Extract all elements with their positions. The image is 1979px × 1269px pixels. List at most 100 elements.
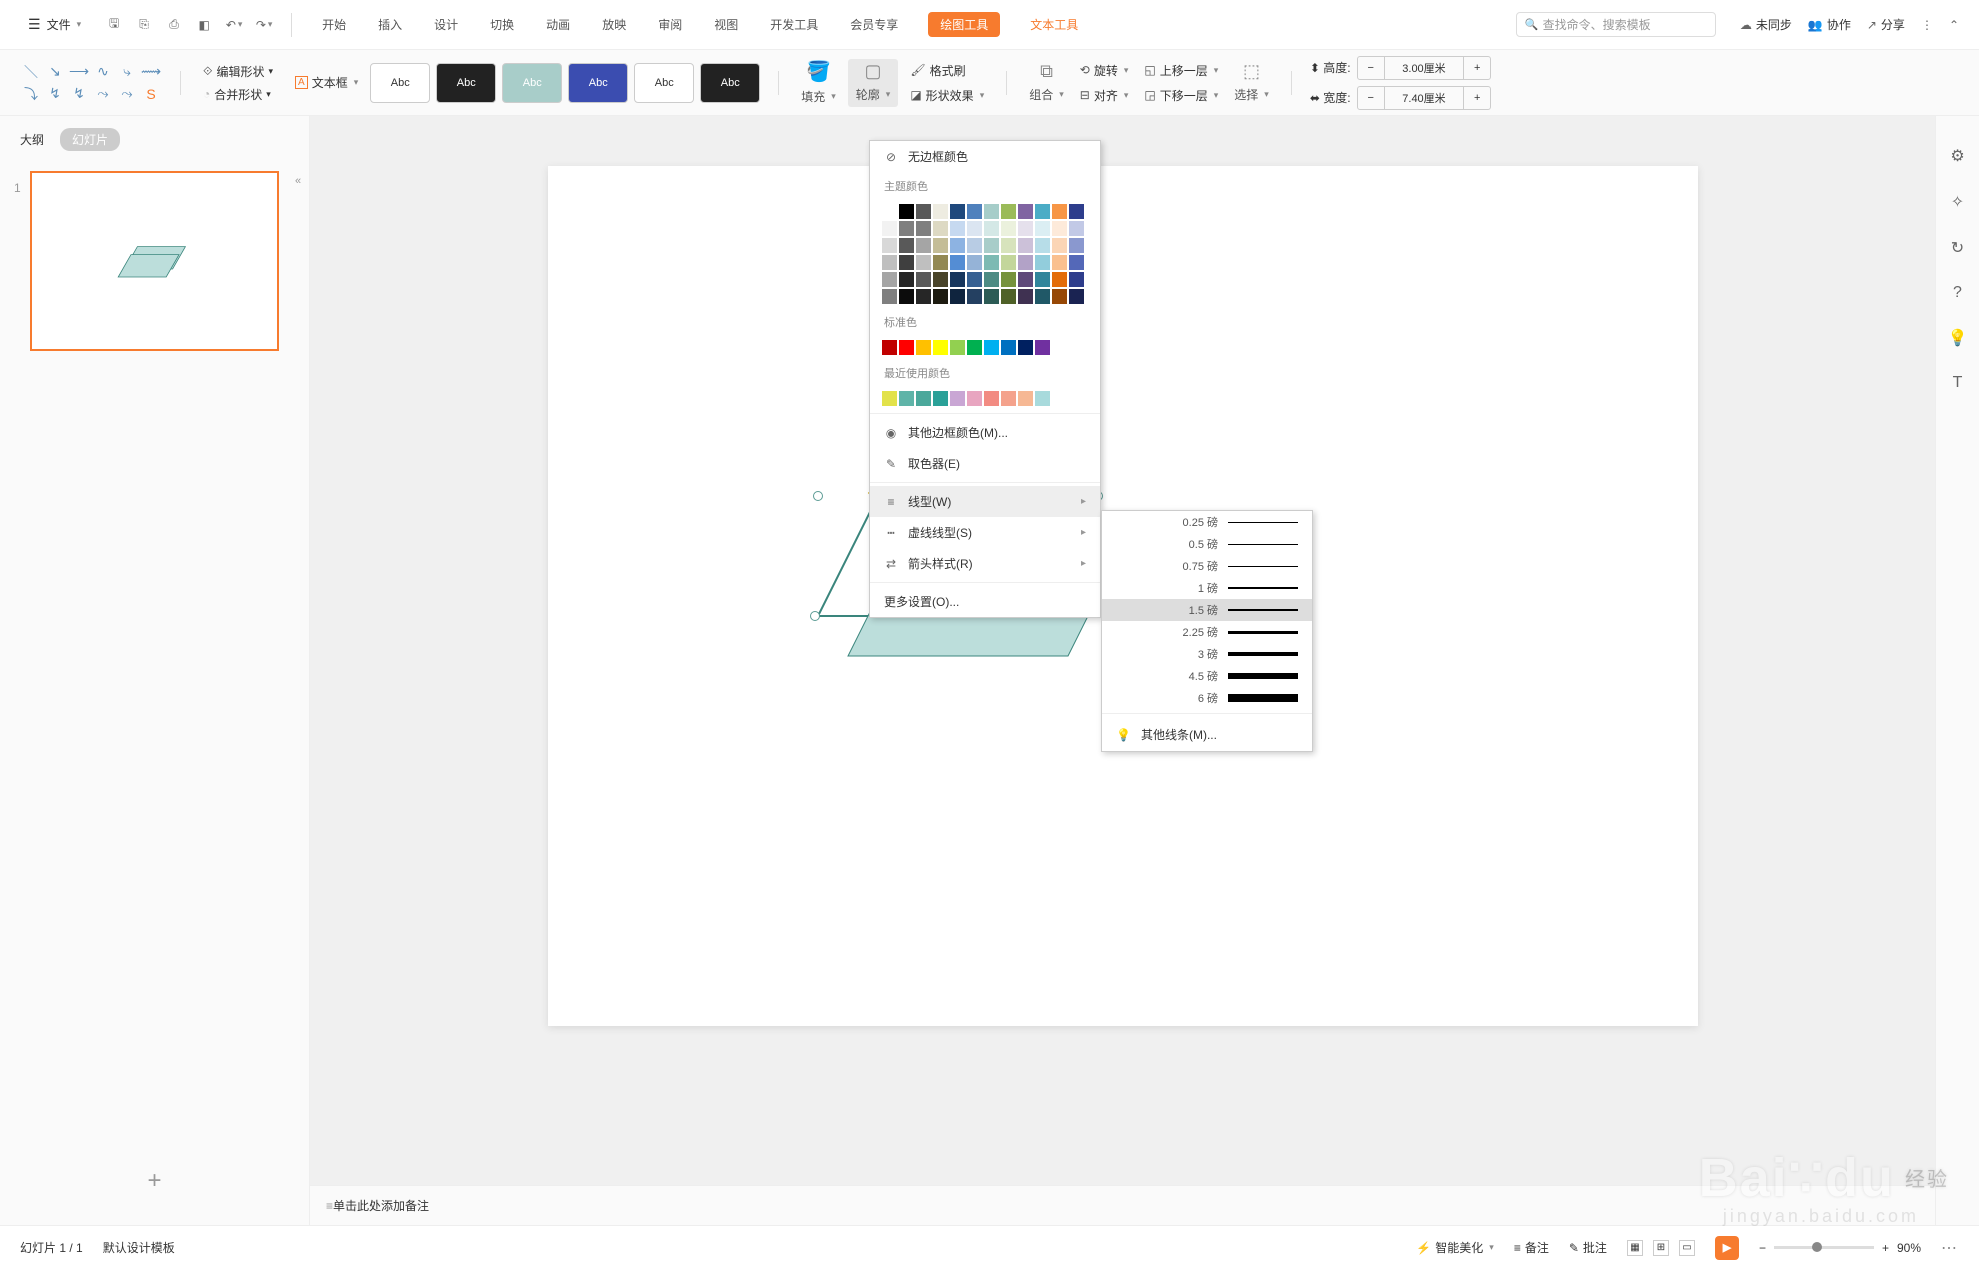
edit-shape-button[interactable]: ⟐ 编辑形状 ▾: [199, 61, 277, 82]
status-more-icon[interactable]: ⋯: [1941, 1238, 1959, 1258]
weight-option[interactable]: 3 磅: [1102, 643, 1312, 665]
slideshow-button[interactable]: ▶: [1715, 1236, 1739, 1260]
weight-option[interactable]: 1 磅: [1102, 577, 1312, 599]
color-swatch[interactable]: [916, 255, 931, 270]
color-swatch[interactable]: [984, 340, 999, 355]
tab-member[interactable]: 会员专享: [848, 12, 900, 37]
select-button[interactable]: 选择: [1230, 84, 1273, 105]
rail-bulb-icon[interactable]: 💡: [1948, 328, 1968, 348]
more-settings-item[interactable]: 更多设置(O)...: [870, 586, 1100, 617]
color-swatch[interactable]: [984, 272, 999, 287]
rail-replay-icon[interactable]: ↻: [1951, 238, 1964, 258]
color-swatch[interactable]: [1052, 289, 1067, 304]
color-swatch[interactable]: [882, 255, 897, 270]
color-swatch[interactable]: [950, 204, 965, 219]
color-swatch[interactable]: [1018, 289, 1033, 304]
color-swatch[interactable]: [899, 255, 914, 270]
standard-color-row[interactable]: [870, 336, 1100, 359]
color-swatch[interactable]: [1035, 238, 1050, 253]
notes-area[interactable]: ≡ 单击此处添加备注: [310, 1185, 1935, 1225]
shape-effect-button[interactable]: ◪ 形状效果: [906, 85, 988, 106]
color-swatch[interactable]: [984, 238, 999, 253]
zoom-value[interactable]: 90%: [1897, 1241, 1921, 1255]
style-3[interactable]: Abc: [502, 63, 562, 103]
color-swatch[interactable]: [967, 238, 982, 253]
color-swatch[interactable]: [1052, 221, 1067, 236]
view-sorter-icon[interactable]: ⊞: [1653, 1240, 1669, 1256]
color-swatch[interactable]: [1018, 340, 1033, 355]
color-swatch[interactable]: [967, 255, 982, 270]
color-swatch[interactable]: [916, 391, 931, 406]
more-icon[interactable]: ⋮: [1921, 18, 1933, 32]
view-reading-icon[interactable]: ▭: [1679, 1240, 1695, 1256]
color-swatch[interactable]: [882, 221, 897, 236]
panel-tab-slides[interactable]: 幻灯片: [60, 128, 120, 151]
group-button[interactable]: 组合: [1025, 84, 1068, 105]
width-stepper[interactable]: −7.40厘米+: [1357, 86, 1492, 110]
color-swatch[interactable]: [882, 272, 897, 287]
tab-text-tools[interactable]: 文本工具: [1028, 12, 1080, 37]
notes-toggle[interactable]: ≡ 备注: [1514, 1239, 1549, 1256]
no-border-item[interactable]: ⊘无边框颜色: [870, 141, 1100, 172]
shapes-gallery[interactable]: ＼↘⟶∿⤷⟿ ⤵↯↯⤳⤳S: [20, 62, 162, 104]
color-swatch[interactable]: [882, 391, 897, 406]
color-swatch[interactable]: [933, 289, 948, 304]
panel-tab-outline[interactable]: 大纲: [20, 131, 44, 148]
color-swatch[interactable]: [1069, 221, 1084, 236]
format-painter-button[interactable]: 🖌 格式刷: [906, 60, 988, 81]
color-swatch[interactable]: [916, 340, 931, 355]
color-swatch[interactable]: [950, 238, 965, 253]
color-swatch[interactable]: [1001, 238, 1016, 253]
color-swatch[interactable]: [899, 238, 914, 253]
weight-option[interactable]: 0.25 磅: [1102, 511, 1312, 533]
add-slide-button[interactable]: +: [0, 1167, 309, 1195]
style-1[interactable]: Abc: [370, 63, 430, 103]
collapse-panel-button[interactable]: «: [295, 175, 301, 187]
color-swatch[interactable]: [933, 272, 948, 287]
color-swatch[interactable]: [1001, 340, 1016, 355]
color-swatch[interactable]: [899, 391, 914, 406]
color-swatch[interactable]: [1069, 289, 1084, 304]
bring-forward-button[interactable]: ◱ 上移一层: [1140, 60, 1222, 81]
color-swatch[interactable]: [916, 272, 931, 287]
color-swatch[interactable]: [933, 340, 948, 355]
color-swatch[interactable]: [967, 221, 982, 236]
more-border-colors-item[interactable]: ◉其他边框颜色(M)...: [870, 417, 1100, 448]
color-swatch[interactable]: [984, 204, 999, 219]
color-swatch[interactable]: [916, 238, 931, 253]
color-swatch[interactable]: [984, 289, 999, 304]
color-swatch[interactable]: [1069, 204, 1084, 219]
more-lines-item[interactable]: 💡其他线条(M)...: [1102, 718, 1312, 751]
color-swatch[interactable]: [933, 221, 948, 236]
color-swatch[interactable]: [899, 289, 914, 304]
color-swatch[interactable]: [967, 289, 982, 304]
color-swatch[interactable]: [950, 272, 965, 287]
color-swatch[interactable]: [1001, 221, 1016, 236]
color-swatch[interactable]: [950, 221, 965, 236]
collab-button[interactable]: 👥 协作: [1808, 16, 1851, 33]
height-stepper[interactable]: −3.00厘米+: [1357, 56, 1492, 80]
search-input[interactable]: 查找命令、搜索模板: [1516, 12, 1716, 37]
color-swatch[interactable]: [882, 204, 897, 219]
color-swatch[interactable]: [1069, 255, 1084, 270]
tab-transition[interactable]: 切换: [488, 12, 516, 37]
collapse-ribbon-icon[interactable]: ⌃: [1949, 18, 1959, 32]
weight-option[interactable]: 0.5 磅: [1102, 533, 1312, 555]
color-swatch[interactable]: [984, 221, 999, 236]
tab-insert[interactable]: 插入: [376, 12, 404, 37]
rail-text-icon[interactable]: T: [1953, 374, 1963, 392]
color-swatch[interactable]: [1069, 238, 1084, 253]
weight-option[interactable]: 4.5 磅: [1102, 665, 1312, 687]
color-swatch[interactable]: [1018, 391, 1033, 406]
color-swatch[interactable]: [882, 238, 897, 253]
dashes-item[interactable]: ┅虚线线型(S)▸: [870, 517, 1100, 548]
color-swatch[interactable]: [1035, 204, 1050, 219]
print-icon[interactable]: ⎙: [165, 16, 183, 34]
file-menu[interactable]: 文件 ▾: [20, 12, 89, 37]
color-swatch[interactable]: [933, 238, 948, 253]
color-swatch[interactable]: [1069, 272, 1084, 287]
fill-button[interactable]: 填充: [797, 86, 840, 107]
tab-drawing-tools[interactable]: 绘图工具: [928, 12, 1000, 37]
tab-devtools[interactable]: 开发工具: [768, 12, 820, 37]
color-swatch[interactable]: [1035, 272, 1050, 287]
